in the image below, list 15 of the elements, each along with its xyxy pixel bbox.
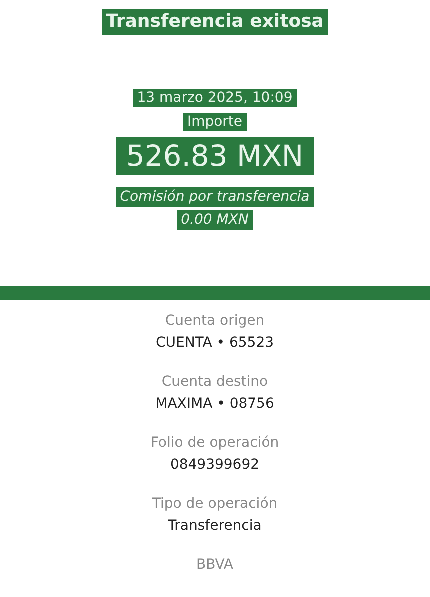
amount-value: 526.83 MXN [116,137,314,175]
bank-name: BBVA [196,556,234,575]
detail-value: MAXIMA • 08756 [156,395,274,414]
amount-label: Importe [183,113,247,131]
detail-label: Cuenta origen [165,312,265,331]
detail-label: Cuenta destino [162,373,268,392]
transfer-datetime: 13 marzo 2025, 10:09 [133,89,297,107]
fee-label: Comisión por transferencia [116,187,314,207]
detail-value: Transferencia [168,517,262,536]
detail-label: Tipo de operación [152,495,278,514]
detail-value: CUENTA • 65523 [156,334,274,353]
detail-value: 0849399692 [170,456,260,475]
fee-value: 0.00 MXN [177,210,253,230]
page-title: Transferencia exitosa [102,9,328,35]
detail-label: Folio de operación [150,434,280,453]
